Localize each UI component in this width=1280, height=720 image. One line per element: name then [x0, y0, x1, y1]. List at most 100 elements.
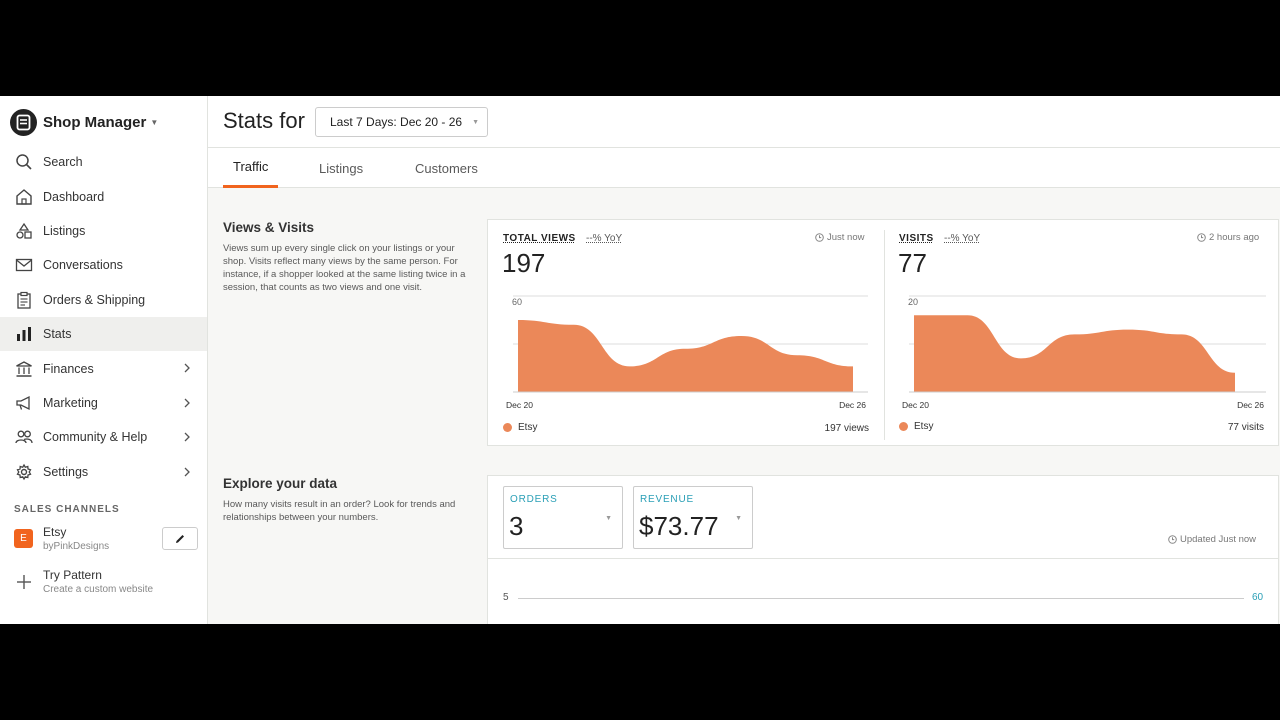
orders-metric-select[interactable]: ORDERS 3 ▼	[503, 486, 623, 549]
main-content: Stats for Last 7 Days: Dec 20 - 26 ▼ Tra…	[208, 96, 1280, 624]
visits-yoy[interactable]: --% YoY	[944, 233, 980, 244]
sidebar-item-conversations[interactable]: Conversations	[0, 248, 207, 282]
sidebar-item-orders-shipping[interactable]: Orders & Shipping	[0, 283, 207, 317]
total-views-legend: Etsy	[503, 422, 537, 433]
home-icon	[14, 187, 33, 206]
sidebar-item-search[interactable]: Search	[0, 145, 207, 179]
shop-manager-app: Shop Manager ▼ Search Dashboard Listings…	[0, 96, 1280, 624]
sales-channel-etsy[interactable]: E Etsy byPinkDesigns	[14, 525, 109, 552]
sidebar-item-label: Community & Help	[43, 430, 148, 445]
sidebar-item-label: Finances	[43, 361, 94, 376]
orders-label: ORDERS	[510, 494, 558, 505]
total-views-value: 197	[502, 248, 546, 278]
area-series-etsy	[518, 320, 853, 392]
pattern-name: Try Pattern	[43, 568, 102, 582]
page-title: Stats for	[223, 108, 305, 133]
visits-updated: 2 hours ago	[1197, 232, 1259, 243]
legend-label: Etsy	[914, 421, 934, 432]
gear-icon	[14, 462, 33, 481]
shop-manager-logo-icon	[10, 109, 37, 136]
plus-icon	[14, 572, 33, 591]
clock-icon	[1168, 535, 1177, 544]
sidebar-item-label: Listings	[43, 223, 86, 238]
sidebar-item-label: Settings	[43, 464, 89, 479]
bank-icon	[14, 359, 33, 378]
sidebar-item-marketing[interactable]: Marketing	[0, 386, 207, 420]
chevron-down-icon: ▼	[735, 515, 742, 522]
sidebar-item-dashboard[interactable]: Dashboard	[0, 179, 207, 213]
sidebar-item-label: Conversations	[43, 258, 123, 273]
sidebar-item-listings[interactable]: Listings	[0, 214, 207, 248]
updated-text: Just now	[827, 232, 865, 243]
x-tick-label: Dec 20	[902, 400, 929, 410]
envelope-icon	[14, 256, 33, 275]
pattern-subtitle: Create a custom website	[43, 584, 154, 595]
megaphone-icon	[14, 393, 33, 412]
tab-listings[interactable]: Listings	[309, 148, 373, 188]
explore-title: Explore your data	[223, 476, 338, 491]
bar-chart-icon	[14, 325, 33, 344]
total-views-total: 197 views	[824, 423, 869, 434]
sidebar-item-label: Dashboard	[43, 189, 105, 204]
clock-icon	[1197, 233, 1206, 242]
y-tick-label: 60	[512, 297, 522, 307]
total-views-yoy[interactable]: --% YoY	[586, 233, 622, 244]
sidebar-nav: Search Dashboard Listings Conversations	[0, 145, 207, 489]
sidebar-item-label: Search	[43, 155, 83, 170]
date-range-select[interactable]: Last 7 Days: Dec 20 - 26 ▼	[315, 107, 488, 137]
shop-manager-menu[interactable]: Shop Manager ▼	[10, 109, 158, 136]
chevron-right-icon	[184, 467, 190, 476]
sidebar-item-finances[interactable]: Finances	[0, 351, 207, 385]
clipboard-icon	[14, 290, 33, 309]
sidebar-item-community-help[interactable]: Community & Help	[0, 420, 207, 454]
explore-card: ORDERS 3 ▼ REVENUE $73.77 ▼ Updated Just…	[487, 475, 1279, 624]
sidebar-item-label: Marketing	[43, 395, 98, 410]
updated-text: Updated Just now	[1180, 534, 1257, 545]
y-tick-label: 20	[908, 297, 918, 307]
chevron-down-icon: ▼	[150, 118, 159, 127]
explore-description: How many visits result in an order? Look…	[223, 499, 456, 523]
views-visits-title: Views & Visits	[223, 220, 315, 235]
visits-chart: 20 Dec 20 Dec 26	[902, 295, 1266, 410]
total-views-chart: 60 Dec 20 Dec 26	[506, 295, 868, 410]
explore-updated: Updated Just now	[1168, 534, 1256, 545]
tab-traffic[interactable]: Traffic	[223, 148, 279, 188]
revenue-label: REVENUE	[640, 494, 694, 505]
visits-label[interactable]: VISITS	[899, 233, 934, 244]
orders-value: 3	[509, 511, 524, 541]
shapes-icon	[14, 221, 33, 240]
legend-dot	[503, 423, 512, 432]
search-icon	[14, 153, 33, 172]
edit-channel-button[interactable]	[162, 527, 198, 550]
legend-dot	[899, 422, 908, 431]
x-tick-label: Dec 20	[506, 400, 533, 410]
explore-divider	[488, 558, 1278, 559]
sidebar: Shop Manager ▼ Search Dashboard Listings…	[0, 96, 208, 624]
views-visits-description: Views sum up every single click on your …	[223, 243, 466, 293]
try-pattern-link[interactable]: Try Pattern Create a custom website	[14, 568, 153, 595]
shop-manager-title: Shop Manager	[43, 114, 147, 131]
sales-channels-title: SALES CHANNELS	[14, 504, 120, 515]
chevron-right-icon	[184, 432, 190, 442]
revenue-metric-select[interactable]: REVENUE $73.77 ▼	[633, 486, 753, 549]
sidebar-item-label: Stats	[43, 327, 72, 342]
chevron-right-icon	[184, 363, 190, 373]
etsy-logo-icon: E	[14, 529, 33, 548]
total-views-label[interactable]: TOTAL VIEWS	[503, 233, 576, 244]
visits-legend: Etsy	[899, 421, 933, 432]
views-visits-card: TOTAL VIEWS --% YoY Just now 197 60 Dec …	[487, 219, 1279, 446]
explore-axis-line	[518, 598, 1244, 599]
stats-header: Stats for Last 7 Days: Dec 20 - 26 ▼	[208, 96, 1280, 148]
visits-total: 77 visits	[1227, 422, 1264, 433]
legend-label: Etsy	[518, 422, 538, 433]
sidebar-item-settings[interactable]: Settings	[0, 455, 207, 489]
x-tick-label: Dec 26	[1237, 400, 1264, 410]
channel-shop-name: byPinkDesigns	[43, 541, 110, 552]
people-icon	[14, 428, 33, 447]
clock-icon	[815, 233, 824, 242]
tab-customers[interactable]: Customers	[405, 148, 488, 188]
visits-value: 77	[898, 248, 927, 278]
sidebar-item-stats[interactable]: Stats	[0, 316, 207, 352]
card-divider	[884, 230, 885, 440]
updated-text: 2 hours ago	[1209, 232, 1260, 243]
